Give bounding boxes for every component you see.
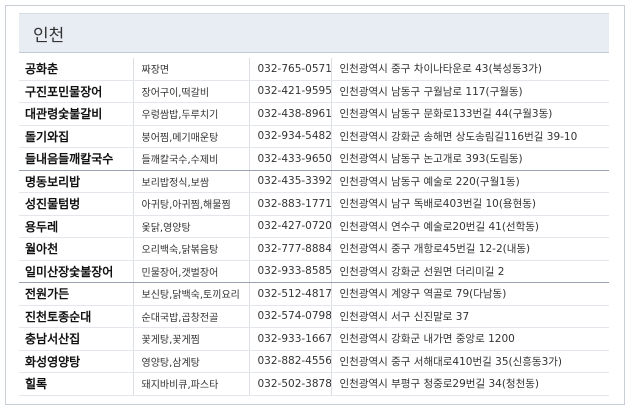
restaurant-name: 명동보리밥 [19,170,134,193]
restaurant-address: 인천광역시 중구 서해대로410번길 35(신흥동3가) [331,350,609,373]
restaurant-menu: 들깨칼국수,수제비 [133,147,250,171]
table-row: 월아천 오리백숙,닭볶음탕 032-777-8884 인천광역시 중구 개항로45번길… [19,237,609,261]
restaurant-address: 인천광역시 남동구 구월남로 117(구월동) [331,80,609,103]
restaurant-menu: 순대국밥,곱창전골 [133,305,250,328]
restaurant-name: 힐록 [19,372,134,396]
restaurant-phone: 032-933-8585 [249,260,332,283]
restaurant-menu: 영양탕,삼계탕 [133,350,250,373]
table-row: 돌기와집 붕어찜,메기매운탕 032-934-5482 인천광역시 강화군 송해면 상… [19,125,609,148]
restaurant-menu: 아귀탕,아귀찜,해물찜 [133,192,250,216]
restaurant-address: 인천광역시 남구 독배로403번길 10(용현동) [331,192,609,216]
restaurant-name: 화성영양탕 [19,350,134,373]
table-row: 충남서산집 꽃게탕,꽃게찜 032-933-1667 인천광역시 강화군 내가면 중앙… [19,327,609,351]
restaurant-address: 인천광역시 중구 차이나타운로 43(북성동3가) [331,58,609,81]
restaurant-name: 월아천 [19,237,134,261]
region-title: 인천 [33,26,65,46]
table-row: 진천토종순대 순대국밥,곱창전골 032-574-0798 인천광역시 서구 신진말로… [19,305,609,328]
restaurant-phone: 032-882-4556 [249,350,332,373]
restaurant-phone: 032-574-0798 [249,305,332,328]
restaurant-name: 공화춘 [19,58,134,81]
restaurant-name: 진천토종순대 [19,305,134,328]
table-row: 구진포민물장어 장어구이,떡갈비 032-421-9595 인천광역시 남동구 구월남… [19,80,609,103]
table-row: 용두레 옻닭,영양탕 032-427-0720 인천광역시 연수구 예술로20번길 4… [19,215,609,238]
restaurant-name: 구진포민물장어 [19,80,134,103]
restaurant-phone: 032-777-8884 [249,237,332,261]
restaurant-phone: 032-502-3878 [249,372,332,396]
restaurant-menu: 우렁쌈밥,두루치기 [133,102,250,126]
restaurant-name: 대관령숯불갈비 [19,102,134,126]
table-row: 명동보리밥 보리밥정식,보쌈 032-435-3392 인천광역시 남동구 예술로 2… [19,170,609,193]
table-row: 화성영양탕 영양탕,삼계탕 032-882-4556 인천광역시 중구 서해대로410… [19,350,609,373]
restaurant-menu: 꽃게탕,꽃게찜 [133,327,250,351]
table-row: 들내음들깨칼국수 들깨칼국수,수제비 032-433-9650 인천광역시 남동구 논… [19,147,609,171]
restaurant-address: 인천광역시 연수구 예술로20번길 41(선학동) [331,215,609,238]
restaurant-table: 공화춘 짜장면 032-765-0571 인천광역시 중구 차이나타운로 43(북성동… [19,58,609,396]
restaurant-phone: 032-933-1667 [249,327,332,351]
restaurant-address: 인천광역시 남동구 예술로 220(구월1동) [331,170,609,193]
restaurant-address: 인천광역시 강화군 선원면 더리미길 2 [331,260,609,283]
restaurant-phone: 032-512-4817 [249,282,332,306]
restaurant-name: 돌기와집 [19,125,134,148]
restaurant-phone: 032-421-9595 [249,80,332,103]
restaurant-menu: 민물장어,갯벌장어 [133,260,250,283]
restaurant-name: 충남서산집 [19,327,134,351]
restaurant-menu: 보신탕,닭백숙,토끼요리 [133,282,250,306]
restaurant-name: 용두레 [19,215,134,238]
restaurant-menu: 오리백숙,닭볶음탕 [133,237,250,261]
restaurant-address: 인천광역시 강화군 내가면 중앙로 1200 [331,327,609,351]
restaurant-menu: 보리밥정식,보쌈 [133,170,250,193]
restaurant-address: 인천광역시 부평구 청중로29번길 34(청천동) [331,372,609,396]
restaurant-phone: 032-883-1771 [249,192,332,216]
table-row: 힐록 돼지바비큐,파스타 032-502-3878 인천광역시 부평구 청중로29번길… [19,372,609,396]
table-row: 공화춘 짜장면 032-765-0571 인천광역시 중구 차이나타운로 43(북성동… [19,58,609,81]
table-row: 전원가든 보신탕,닭백숙,토끼요리 032-512-4817 인천광역시 계양구 역골… [19,282,609,306]
table-row: 성진물텀벙 아귀탕,아귀찜,해물찜 032-883-1771 인천광역시 남구 독배로… [19,192,609,216]
restaurant-name: 전원가든 [19,282,134,306]
restaurant-address: 인천광역시 계양구 역골로 79(다남동) [331,282,609,306]
restaurant-menu: 짜장면 [133,58,250,81]
table-row: 대관령숯불갈비 우렁쌈밥,두루치기 032-438-8961 인천광역시 남동구 문화… [19,102,609,126]
restaurant-address: 인천광역시 강화군 송해면 상도송림길116번길 39-10 [331,125,609,148]
restaurant-address: 인천광역시 남동구 문화로133번길 44(구월3동) [331,102,609,126]
restaurant-address: 인천광역시 서구 신진말로 37 [331,305,609,328]
restaurant-phone: 032-433-9650 [249,147,332,171]
restaurant-name: 들내음들깨칼국수 [19,147,134,171]
restaurant-phone: 032-427-0720 [249,215,332,238]
restaurant-address: 인천광역시 남동구 논고개로 393(도림동) [331,147,609,171]
restaurant-menu: 옻닭,영양탕 [133,215,250,238]
restaurant-phone: 032-435-3392 [249,170,332,193]
restaurant-phone: 032-438-8961 [249,102,332,126]
restaurant-menu: 장어구이,떡갈비 [133,80,250,103]
restaurant-phone: 032-934-5482 [249,125,332,148]
restaurant-name: 성진물텀벙 [19,192,134,216]
restaurant-menu: 붕어찜,메기매운탕 [133,125,250,148]
table-row: 일미산장숯불장어 민물장어,갯벌장어 032-933-8585 인천광역시 강화군 선… [19,260,609,283]
region-header: 인천 [19,13,609,53]
restaurant-table-body: 공화춘 짜장면 032-765-0571 인천광역시 중구 차이나타운로 43(북성동… [19,58,609,396]
restaurant-address: 인천광역시 중구 개항로45번길 12-2(내동) [331,237,609,261]
restaurant-menu: 돼지바비큐,파스타 [133,372,250,396]
restaurant-phone: 032-765-0571 [249,58,332,81]
restaurant-name: 일미산장숯불장어 [19,260,134,283]
